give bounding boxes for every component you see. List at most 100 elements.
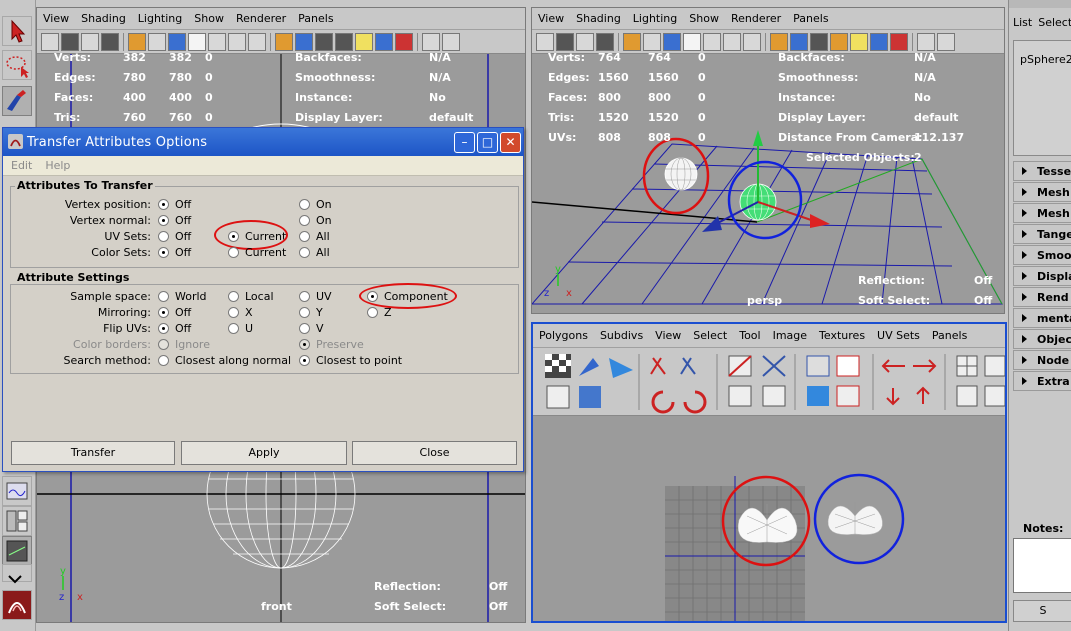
sample-space-local-radio[interactable]: Local — [228, 290, 274, 303]
section-render[interactable]: Rend — [1013, 287, 1071, 307]
layout-icon-3[interactable] — [2, 536, 32, 566]
uv-sets-all-radio[interactable]: All — [299, 230, 330, 243]
section-label: menta — [1037, 311, 1071, 325]
minimize-icon[interactable]: – — [454, 132, 475, 153]
flip-uvs-label: Flip UVs: — [103, 322, 151, 335]
persp-viewport[interactable]: View Shading Lighting Show Renderer Pane… — [531, 7, 1005, 314]
section-node[interactable]: Node — [1013, 350, 1071, 370]
hud-value: N/A — [914, 71, 936, 84]
hud-value: 800 — [598, 91, 621, 104]
sample-space-uv-radio[interactable]: UV — [299, 290, 332, 303]
hud-value: No — [429, 91, 446, 104]
hud-value: N/A — [914, 51, 936, 64]
hud-label: Instance: — [295, 91, 353, 104]
vertex-position-on-radio[interactable]: On — [299, 198, 332, 211]
section-label: Rend — [1037, 290, 1069, 304]
hud-value: 0 — [698, 71, 706, 84]
transfer-button[interactable]: Transfer — [11, 441, 175, 465]
uv-sets-off-radio[interactable]: Off — [158, 230, 191, 243]
menu-textures[interactable]: Textures — [813, 329, 871, 342]
search-method-normal-radio[interactable]: Closest along normal — [158, 354, 291, 367]
section-extra[interactable]: Extra — [1013, 371, 1071, 391]
uv-texture-editor[interactable]: Polygons Subdivs View Select Tool Image … — [531, 322, 1007, 623]
color-sets-all-radio[interactable]: All — [299, 246, 330, 259]
menu-tool[interactable]: Tool — [733, 329, 766, 342]
menu-subdivs[interactable]: Subdivs — [594, 329, 649, 342]
radio-label: World — [175, 290, 207, 303]
hud-value: 764 — [598, 51, 621, 64]
hud-value: 760 — [169, 111, 192, 124]
section-tessellation[interactable]: Tesse — [1013, 161, 1071, 181]
section-label: Displa — [1037, 269, 1071, 283]
layout-icon-2[interactable] — [2, 506, 32, 536]
hud-value: 0 — [698, 131, 706, 144]
color-sets-current-radio[interactable]: Current — [228, 246, 286, 259]
menu-select[interactable]: Select — [687, 329, 733, 342]
menu-view[interactable]: View — [649, 329, 687, 342]
menu-help[interactable]: Help — [37, 159, 75, 172]
section-mesh-1[interactable]: Mesh — [1013, 182, 1071, 202]
menu-image[interactable]: Image — [767, 329, 813, 342]
mirroring-y-radio[interactable]: Y — [299, 306, 323, 319]
section-object[interactable]: Objec — [1013, 329, 1071, 349]
hud-label: Instance: — [778, 91, 836, 104]
menu-list[interactable]: List — [1013, 16, 1032, 34]
section-mesh-2[interactable]: Mesh — [1013, 203, 1071, 223]
mirroring-z-radio[interactable]: Z — [367, 306, 392, 319]
object-name-tab[interactable]: pSphere2 — [1020, 53, 1071, 66]
hud-label: Faces: — [548, 91, 588, 104]
section-label: Tange — [1037, 227, 1071, 241]
close-button[interactable]: Close — [352, 441, 517, 465]
select-tool-icon[interactable] — [2, 16, 32, 46]
hud-value: 1520 — [648, 111, 679, 124]
mirroring-x-radio[interactable]: X — [228, 306, 253, 319]
attr-menu-bar: List Selecte — [1009, 16, 1071, 34]
mirroring-off-radio[interactable]: Off — [158, 306, 191, 319]
sample-space-world-radio[interactable]: World — [158, 290, 207, 303]
section-display[interactable]: Displa — [1013, 266, 1071, 286]
lasso-tool-icon[interactable] — [2, 50, 32, 80]
notes-field[interactable] — [1013, 538, 1071, 593]
section-smooth[interactable]: Smoo — [1013, 245, 1071, 265]
radio-label: All — [316, 230, 330, 243]
layout-icon-1[interactable] — [2, 476, 32, 506]
hud-value: No — [914, 91, 931, 104]
reflection-value: Off — [974, 274, 993, 287]
search-method-label: Search method: — [63, 354, 151, 367]
menu-polygons[interactable]: Polygons — [533, 329, 594, 342]
hud-value: N/A — [429, 71, 451, 84]
menu-panels[interactable]: Panels — [926, 329, 973, 342]
expand-chevron-icon[interactable] — [2, 564, 32, 584]
menu-edit[interactable]: Edit — [3, 159, 37, 172]
maximize-icon[interactable]: □ — [477, 132, 498, 153]
close-icon[interactable]: ✕ — [500, 132, 521, 153]
flip-uvs-v-radio[interactable]: V — [299, 322, 324, 335]
radio-label: Off — [175, 246, 192, 259]
hud-value: 808 — [598, 131, 621, 144]
section-tangent[interactable]: Tange — [1013, 224, 1071, 244]
vertex-normal-off-radio[interactable]: Off — [158, 214, 191, 227]
hud-value: N/A — [429, 51, 451, 64]
color-sets-off-radio[interactable]: Off — [158, 246, 191, 259]
hud-value: 760 — [123, 111, 146, 124]
search-method-point-radio[interactable]: Closest to point — [299, 354, 402, 367]
paint-select-tool-icon[interactable] — [2, 86, 32, 116]
section-label: Node — [1037, 353, 1070, 367]
menu-uv-sets[interactable]: UV Sets — [871, 329, 926, 342]
flip-uvs-u-radio[interactable]: U — [228, 322, 253, 335]
apply-button[interactable]: Apply — [181, 441, 347, 465]
dialog-title: Transfer Attributes Options — [27, 134, 208, 150]
hud-value: 0 — [698, 51, 706, 64]
dialog-title-bar[interactable]: Transfer Attributes Options – □ ✕ — [3, 128, 523, 156]
vertex-position-off-radio[interactable]: Off — [158, 198, 191, 211]
hud-value: 808 — [648, 131, 671, 144]
radio-label: Current — [245, 246, 287, 259]
flip-uvs-off-radio[interactable]: Off — [158, 322, 191, 335]
vertex-normal-on-radio[interactable]: On — [299, 214, 332, 227]
hud-value: 382 — [123, 51, 146, 64]
persp-hud: Verts: 764 764 0 Edges: 1560 1560 0 Face… — [532, 8, 1004, 313]
hud-value: 112.137 — [914, 131, 965, 144]
section-mental-ray[interactable]: menta — [1013, 308, 1071, 328]
select-button[interactable]: S — [1013, 600, 1071, 622]
menu-selected[interactable]: Selecte — [1038, 16, 1071, 34]
